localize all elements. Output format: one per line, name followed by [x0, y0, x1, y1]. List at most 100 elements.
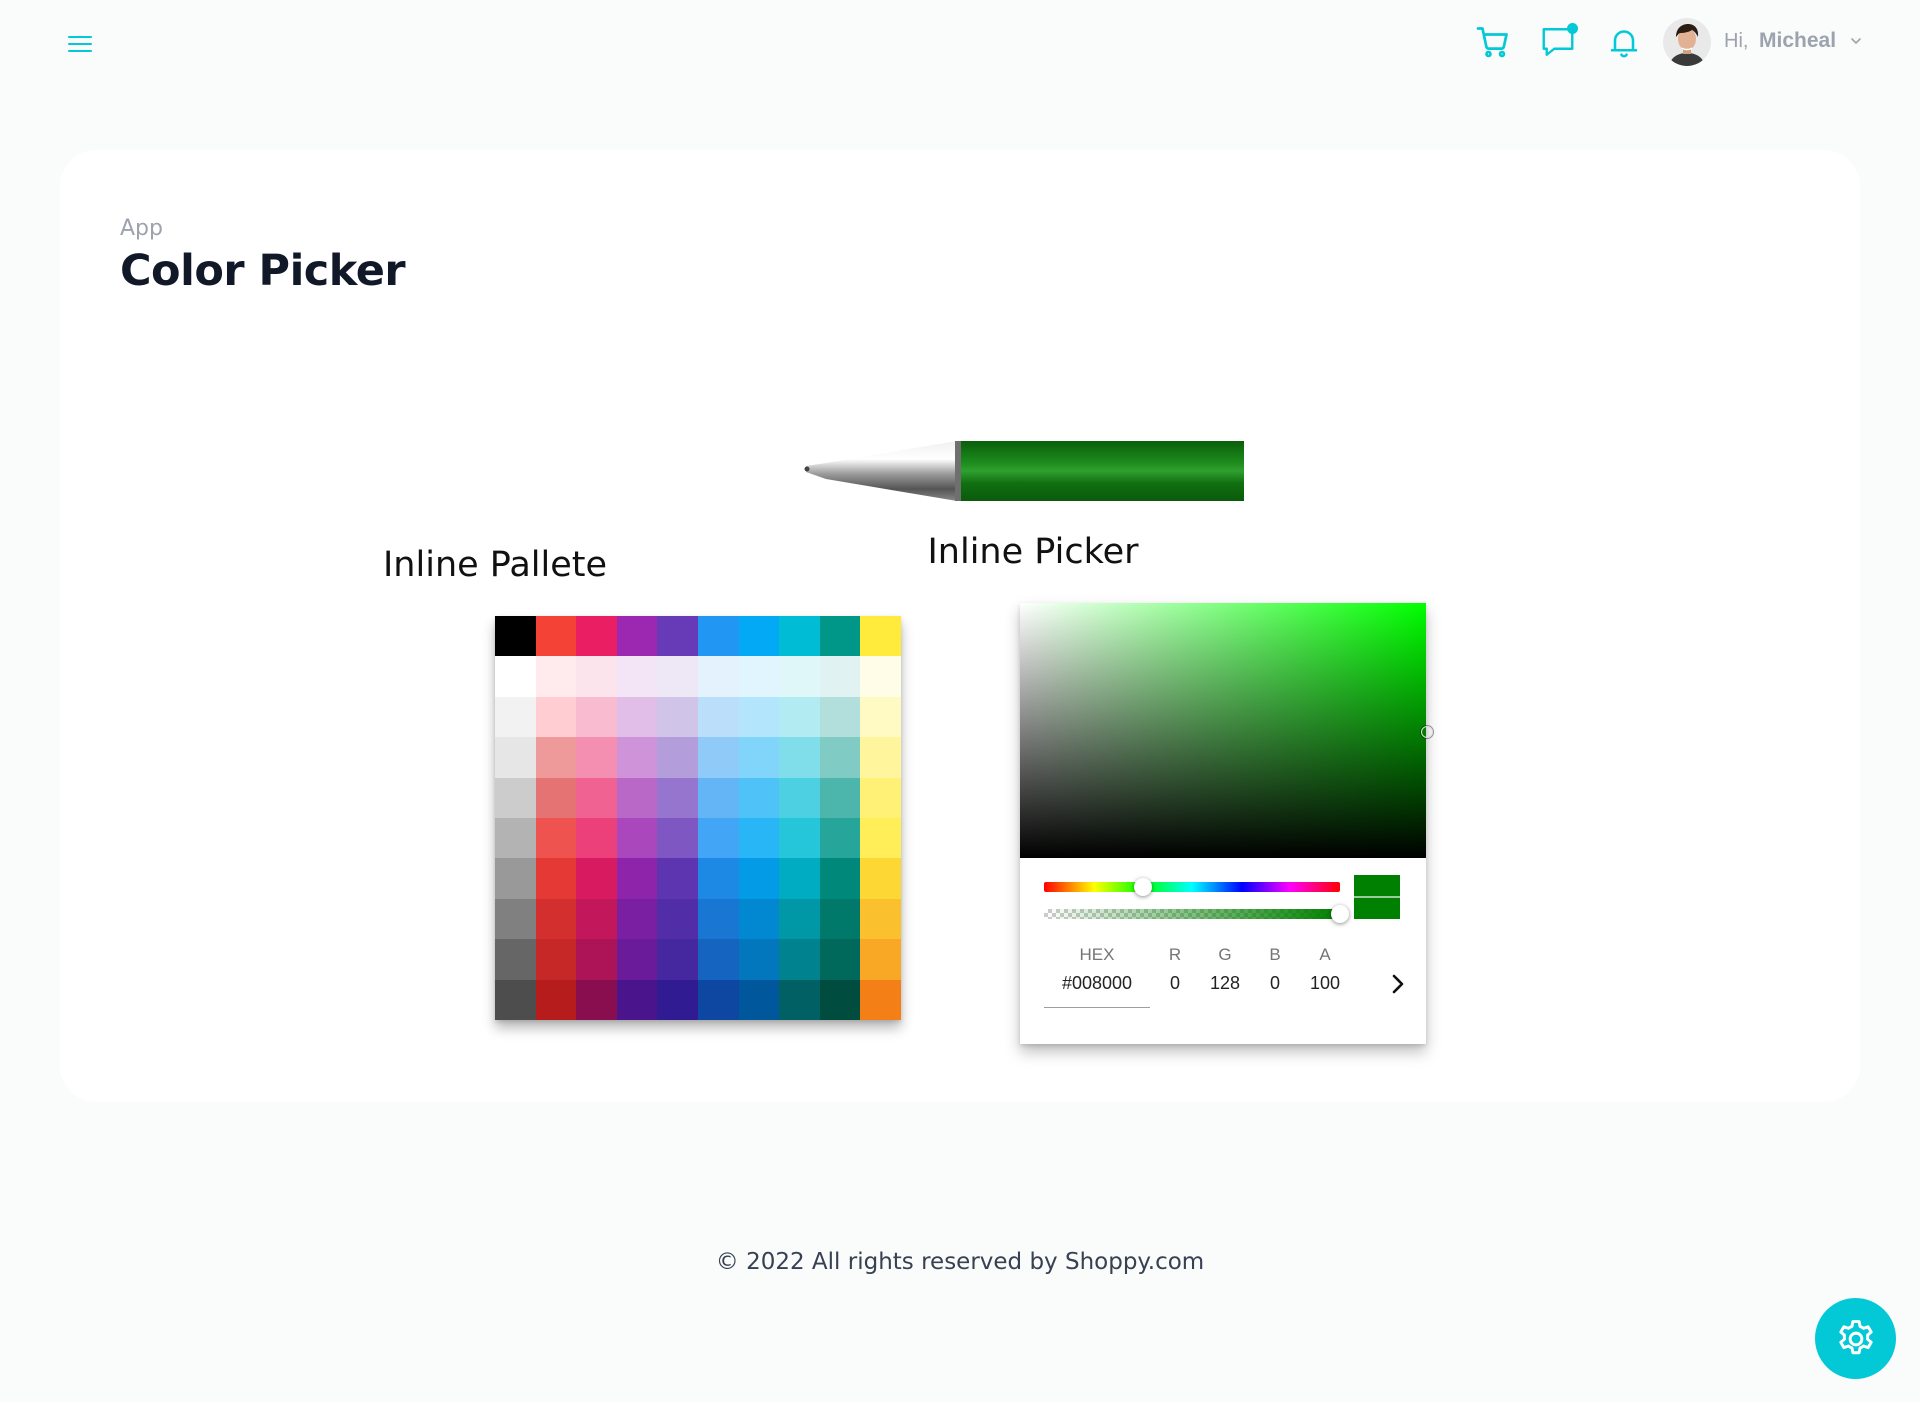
palette-swatch[interactable]: [860, 656, 901, 697]
palette-swatch[interactable]: [495, 979, 536, 1020]
palette-swatch[interactable]: [819, 898, 861, 940]
hue-slider[interactable]: [1044, 882, 1340, 892]
palette-swatch[interactable]: [697, 616, 739, 657]
palette-swatch[interactable]: [535, 656, 577, 697]
palette-swatch[interactable]: [779, 777, 820, 818]
saturation-area[interactable]: [1020, 603, 1433, 858]
palette-swatch[interactable]: [819, 656, 861, 697]
palette-swatch[interactable]: [616, 858, 658, 899]
palette-swatch[interactable]: [535, 939, 577, 980]
palette-swatch[interactable]: [860, 818, 901, 859]
palette-swatch[interactable]: [697, 979, 739, 1020]
palette-swatch[interactable]: [535, 818, 577, 859]
palette-swatch[interactable]: [697, 777, 739, 818]
palette-swatch[interactable]: [697, 858, 739, 899]
palette-swatch[interactable]: [860, 898, 901, 940]
palette-swatch[interactable]: [738, 979, 780, 1020]
alpha-slider-handle[interactable]: [1331, 905, 1349, 923]
palette-swatch[interactable]: [535, 858, 577, 899]
palette-swatch[interactable]: [576, 656, 617, 697]
palette-swatch[interactable]: [657, 939, 698, 980]
palette-swatch[interactable]: [535, 898, 577, 940]
chat-icon[interactable]: [1540, 23, 1580, 64]
palette-swatch[interactable]: [779, 979, 820, 1020]
palette-swatch[interactable]: [819, 939, 861, 980]
palette-swatch[interactable]: [860, 696, 901, 738]
palette-swatch[interactable]: [616, 737, 658, 778]
palette-swatch[interactable]: [738, 858, 780, 899]
palette-swatch[interactable]: [616, 898, 658, 940]
palette-swatch[interactable]: [657, 777, 698, 818]
palette-swatch[interactable]: [495, 898, 536, 940]
palette-swatch[interactable]: [738, 737, 780, 778]
palette-swatch[interactable]: [657, 696, 698, 738]
palette-swatch[interactable]: [495, 858, 536, 899]
palette-swatch[interactable]: [697, 818, 739, 859]
palette-swatch[interactable]: [779, 939, 820, 980]
palette-swatch[interactable]: [576, 939, 617, 980]
palette-swatch[interactable]: [819, 979, 861, 1020]
palette-swatch[interactable]: [616, 656, 658, 697]
palette-swatch[interactable]: [860, 939, 901, 980]
palette-swatch[interactable]: [657, 737, 698, 778]
palette-swatch[interactable]: [576, 696, 617, 738]
palette-swatch[interactable]: [495, 696, 536, 738]
palette-swatch[interactable]: [697, 696, 739, 738]
palette-swatch[interactable]: [819, 818, 861, 859]
palette-swatch[interactable]: [860, 737, 901, 778]
palette-swatch[interactable]: [738, 616, 780, 657]
saturation-cursor[interactable]: [1421, 726, 1433, 738]
palette-swatch[interactable]: [860, 858, 901, 899]
palette-swatch[interactable]: [616, 939, 658, 980]
palette-swatch[interactable]: [576, 818, 617, 859]
palette-swatch[interactable]: [860, 616, 901, 657]
palette-swatch[interactable]: [495, 818, 536, 859]
palette-swatch[interactable]: [738, 777, 780, 818]
palette-swatch[interactable]: [697, 737, 739, 778]
palette-swatch[interactable]: [576, 858, 617, 899]
palette-swatch[interactable]: [576, 979, 617, 1020]
palette-swatch[interactable]: [779, 898, 820, 940]
palette-swatch[interactable]: [535, 777, 577, 818]
palette-swatch[interactable]: [860, 777, 901, 818]
palette-swatch[interactable]: [616, 979, 658, 1020]
palette-swatch[interactable]: [535, 979, 577, 1020]
palette-swatch[interactable]: [616, 616, 658, 657]
palette-swatch[interactable]: [779, 656, 820, 697]
palette-swatch[interactable]: [535, 696, 577, 738]
palette-swatch[interactable]: [495, 737, 536, 778]
b-input[interactable]: [1260, 973, 1290, 994]
palette-swatch[interactable]: [697, 939, 739, 980]
palette-swatch[interactable]: [738, 656, 780, 697]
palette-swatch[interactable]: [576, 898, 617, 940]
palette-swatch[interactable]: [616, 696, 658, 738]
hex-input[interactable]: [1044, 973, 1150, 994]
chevron-right-icon[interactable]: [1386, 969, 1410, 999]
palette-swatch[interactable]: [819, 616, 861, 657]
palette-swatch[interactable]: [495, 777, 536, 818]
palette-swatch[interactable]: [495, 616, 536, 657]
palette-swatch[interactable]: [738, 898, 780, 940]
palette-swatch[interactable]: [819, 777, 861, 818]
palette-swatch[interactable]: [576, 616, 617, 657]
palette-swatch[interactable]: [779, 696, 820, 738]
palette-swatch[interactable]: [738, 939, 780, 980]
hamburger-menu-icon[interactable]: [66, 31, 96, 57]
palette-swatch[interactable]: [779, 737, 820, 778]
palette-swatch[interactable]: [657, 656, 698, 697]
user-profile-menu[interactable]: Hi, Micheal: [1663, 18, 1873, 68]
palette-swatch[interactable]: [738, 696, 780, 738]
palette-swatch[interactable]: [697, 656, 739, 697]
palette-swatch[interactable]: [779, 858, 820, 899]
palette-swatch[interactable]: [657, 858, 698, 899]
r-input[interactable]: [1160, 973, 1190, 994]
palette-swatch[interactable]: [860, 979, 901, 1020]
palette-swatch[interactable]: [819, 858, 861, 899]
palette-swatch[interactable]: [657, 616, 698, 657]
palette-swatch[interactable]: [495, 656, 536, 697]
bell-icon[interactable]: [1606, 24, 1646, 64]
palette-swatch[interactable]: [535, 616, 577, 657]
g-input[interactable]: [1200, 973, 1250, 994]
palette-swatch[interactable]: [697, 898, 739, 940]
settings-button[interactable]: [1815, 1298, 1896, 1379]
